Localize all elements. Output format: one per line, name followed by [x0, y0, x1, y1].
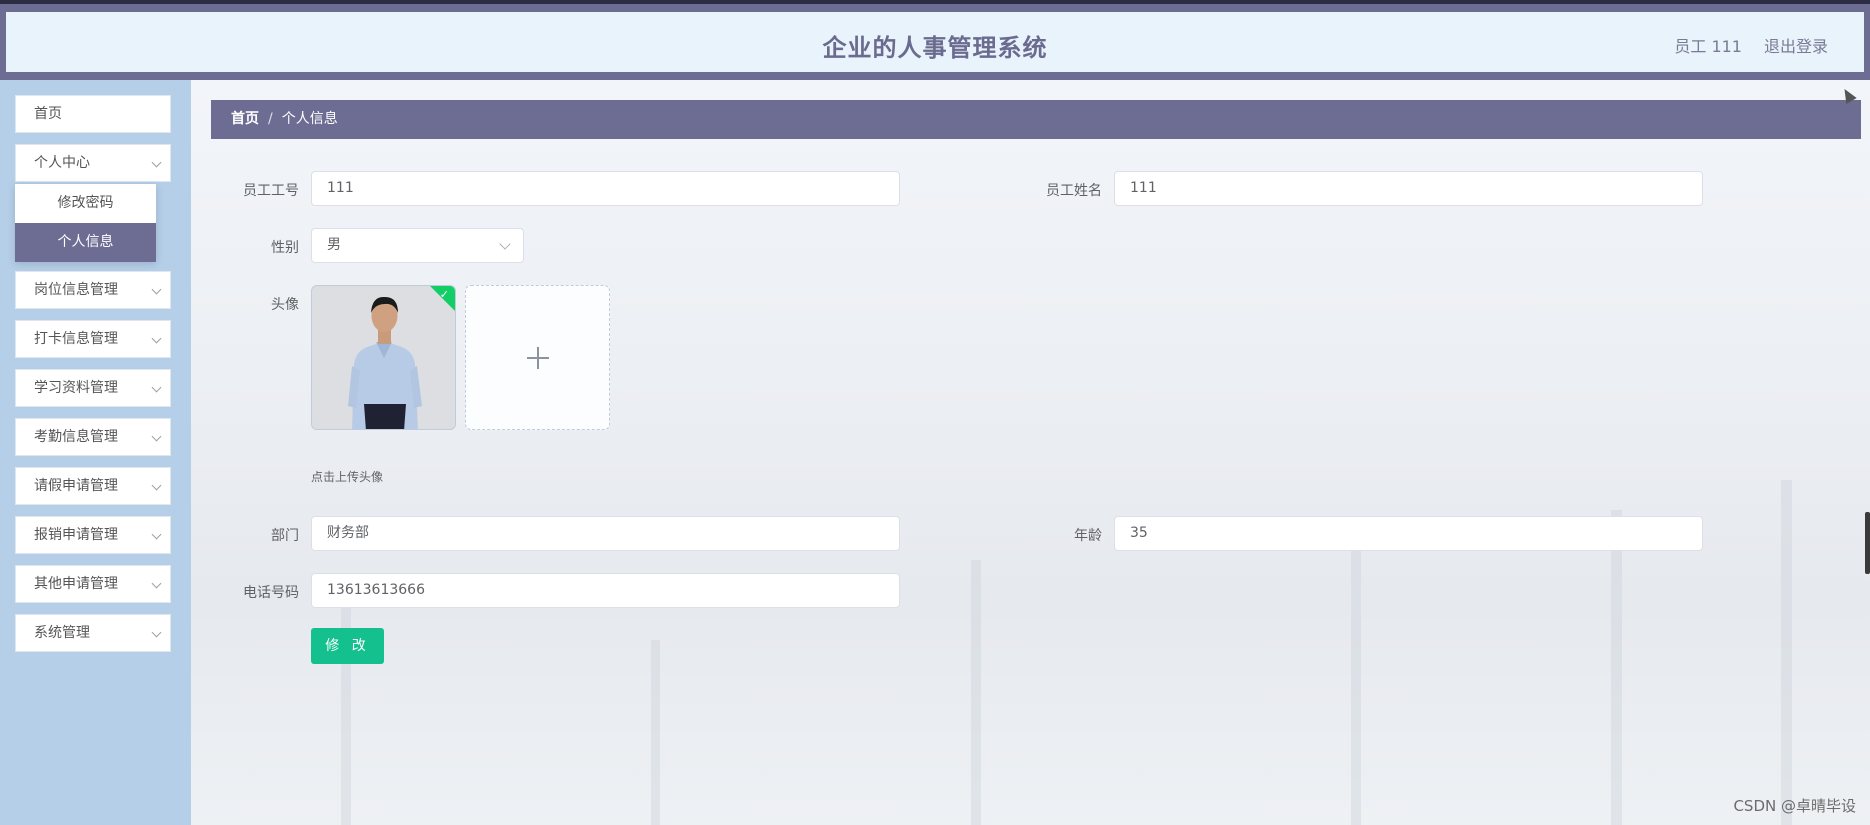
gender-label: 性别: [271, 240, 299, 256]
main-content: 首页 / 个人信息 员工工号 111 员工姓名 111 性别 男 头像 ✓ 点击上传…: [191, 80, 1870, 825]
department-field[interactable]: 财务部: [311, 516, 900, 551]
sidebar-item-label: 系统管理: [34, 625, 90, 641]
chevron-down-icon: [151, 157, 162, 168]
submenu-item-personal-info[interactable]: 个人信息: [15, 223, 156, 262]
sidebar-item-system-management[interactable]: 系统管理: [15, 614, 171, 652]
chevron-down-icon: [499, 238, 511, 250]
sidebar-item-other-requests[interactable]: 其他申请管理: [15, 565, 171, 603]
background-post: [651, 640, 660, 825]
sidebar-item-label: 其他申请管理: [34, 576, 118, 592]
sidebar-item-label: 请假申请管理: [34, 478, 118, 494]
submenu-item-change-password[interactable]: 修改密码: [15, 184, 156, 223]
sidebar-item-home[interactable]: 首页: [15, 95, 171, 133]
avatar-thumbnail[interactable]: ✓: [311, 285, 456, 430]
sidebar-item-attendance-info[interactable]: 考勤信息管理: [15, 418, 171, 456]
sidebar-item-leave-requests[interactable]: 请假申请管理: [15, 467, 171, 505]
employee-id-field[interactable]: 111: [311, 171, 900, 206]
scrollbar[interactable]: [1865, 512, 1870, 574]
header-panel: 企业的人事管理系统 员工 111 退出登录: [6, 12, 1864, 72]
sidebar-item-label: 学习资料管理: [34, 380, 118, 396]
breadcrumb: 首页 / 个人信息: [211, 100, 1861, 139]
background-post: [1351, 550, 1361, 825]
avatar-label: 头像: [271, 297, 299, 313]
app-header: 企业的人事管理系统 员工 111 退出登录: [0, 4, 1870, 80]
age-field[interactable]: 35: [1114, 516, 1703, 551]
gender-select[interactable]: 男: [311, 228, 524, 263]
background-post: [971, 560, 981, 825]
chevron-down-icon: [151, 333, 162, 344]
employee-id-label: 员工工号: [243, 183, 299, 199]
chevron-down-icon: [151, 431, 162, 442]
background-post: [1781, 480, 1792, 825]
personal-center-submenu: 修改密码 个人信息: [15, 184, 156, 262]
app-title: 企业的人事管理系统: [822, 34, 1048, 62]
avatar-upload-button[interactable]: [465, 285, 610, 430]
logout-link[interactable]: 退出登录: [1764, 33, 1828, 57]
avatar-image: [312, 286, 455, 429]
sidebar-item-label: 岗位信息管理: [34, 282, 118, 298]
employee-name-label: 员工姓名: [1046, 183, 1102, 199]
sidebar-item-clock-in-info[interactable]: 打卡信息管理: [15, 320, 171, 358]
department-label: 部门: [271, 528, 299, 544]
breadcrumb-home[interactable]: 首页: [231, 111, 259, 127]
background-post: [1611, 510, 1622, 825]
chevron-down-icon: [151, 284, 162, 295]
chevron-down-icon: [151, 382, 162, 393]
submit-button[interactable]: 修 改: [311, 628, 384, 664]
check-icon: ✓: [439, 288, 449, 301]
phone-field[interactable]: 13613613666: [311, 573, 900, 608]
plus-icon: [537, 347, 539, 369]
sidebar-item-position-info[interactable]: 岗位信息管理: [15, 271, 171, 309]
sidebar-item-study-materials[interactable]: 学习资料管理: [15, 369, 171, 407]
avatar-upload-tip: 点击上传头像: [311, 470, 384, 484]
sidebar-item-label: 考勤信息管理: [34, 429, 118, 445]
chevron-down-icon: [151, 480, 162, 491]
breadcrumb-separator: /: [268, 111, 273, 127]
sidebar-item-personal-center[interactable]: 个人中心: [15, 144, 171, 182]
chevron-down-icon: [151, 529, 162, 540]
sidebar-item-label: 首页: [34, 106, 62, 122]
chevron-down-icon: [151, 578, 162, 589]
sidebar-item-reimbursement-requests[interactable]: 报销申请管理: [15, 516, 171, 554]
chevron-down-icon: [151, 627, 162, 638]
gender-value: 男: [327, 237, 341, 253]
watermark: CSDN @卓晴毕设: [1733, 797, 1856, 815]
sidebar: 首页 个人中心 修改密码 个人信息 岗位信息管理 打卡信息管理 学习资料管理 考…: [0, 80, 191, 825]
phone-label: 电话号码: [243, 585, 299, 601]
current-user: 员工 111: [1674, 37, 1742, 56]
sidebar-item-label: 个人中心: [34, 155, 90, 171]
sidebar-item-label: 打卡信息管理: [34, 331, 118, 347]
employee-name-field[interactable]: 111: [1114, 171, 1703, 206]
breadcrumb-current: 个人信息: [281, 111, 338, 127]
age-label: 年龄: [1074, 528, 1102, 544]
sidebar-item-label: 报销申请管理: [34, 527, 118, 543]
